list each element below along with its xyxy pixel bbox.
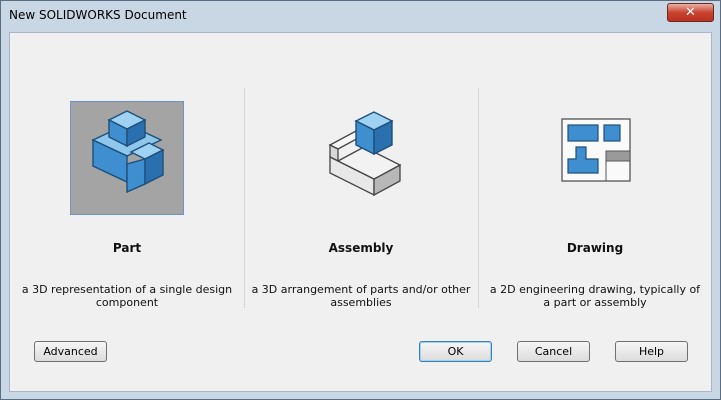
new-document-dialog: New SOLIDWORKS Document ✕ Part a 3D repr… [0,0,721,400]
advanced-button[interactable]: Advanced [34,341,107,362]
option-label-drawing: Drawing [566,241,624,255]
option-description-assembly: a 3D arrangement of parts and/or other a… [251,283,471,309]
cancel-button[interactable]: Cancel [517,341,590,362]
close-icon: ✕ [685,5,696,20]
assembly-icon [328,111,402,197]
option-label-assembly: Assembly [328,241,394,255]
ok-button[interactable]: OK [419,341,492,362]
drawing-icon [561,118,631,182]
drawing-tile[interactable] [538,101,652,215]
option-description-part: a 3D representation of a single design c… [21,283,233,309]
option-drawing[interactable]: Drawing a 2D engineering drawing, typica… [478,33,712,393]
option-label-part: Part [112,241,142,255]
assembly-tile[interactable] [304,101,418,215]
window-title: New SOLIDWORKS Document [9,8,187,22]
part-icon [91,110,165,194]
option-description-drawing: a 2D engineering drawing, typically of a… [489,283,701,309]
title-bar[interactable]: New SOLIDWORKS Document ✕ [1,1,720,32]
option-part[interactable]: Part a 3D representation of a single des… [10,33,244,393]
part-tile[interactable] [70,101,184,215]
option-assembly[interactable]: Assembly a 3D arrangement of parts and/o… [244,33,478,393]
dialog-content: Part a 3D representation of a single des… [9,32,712,392]
help-button[interactable]: Help [615,341,688,362]
close-button[interactable]: ✕ [667,3,714,22]
